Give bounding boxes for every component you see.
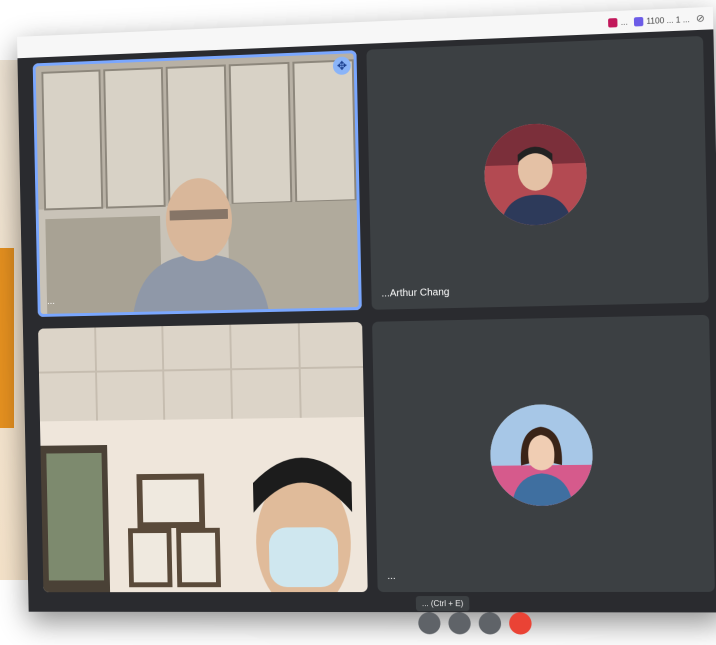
participant-name: ... (46, 296, 56, 308)
avatar (489, 403, 594, 507)
avatar (483, 122, 588, 227)
bookmark-icon (633, 16, 644, 27)
more-bookmarks-icon[interactable]: ⊘ (696, 13, 705, 25)
accent-bar (0, 248, 14, 428)
bookmark-icon (608, 17, 618, 28)
more-options-button[interactable] (478, 612, 502, 635)
participant-tile-2[interactable]: ...Arthur Chang (366, 35, 709, 310)
video-feed-room (38, 321, 368, 593)
bookmark-item[interactable]: ... (608, 17, 628, 28)
participant-name: ...Arthur Chang (381, 286, 450, 300)
participant-tile-1[interactable]: ✥ ... (32, 50, 362, 317)
video-feed-office (32, 50, 362, 317)
meeting-screen: ... 1100 ... 1 ... ⊘ ✥ ... ...Arthur Cha… (17, 6, 716, 635)
participant-tile-4[interactable]: ... (372, 314, 715, 593)
bookmark-label: 1100 ... 1 ... (646, 14, 690, 26)
bookmark-item[interactable]: 1100 ... 1 ... (633, 14, 690, 27)
tooltip: ... (Ctrl + E) (415, 596, 470, 612)
meeting-controls: ... (Ctrl + E) (378, 596, 581, 635)
participant-name: ... (387, 570, 396, 583)
leave-call-button[interactable] (508, 612, 532, 635)
camera-button[interactable] (448, 612, 471, 635)
mic-button[interactable] (418, 612, 441, 635)
participant-tile-3[interactable] (38, 321, 368, 593)
bookmark-label: ... (620, 17, 628, 27)
